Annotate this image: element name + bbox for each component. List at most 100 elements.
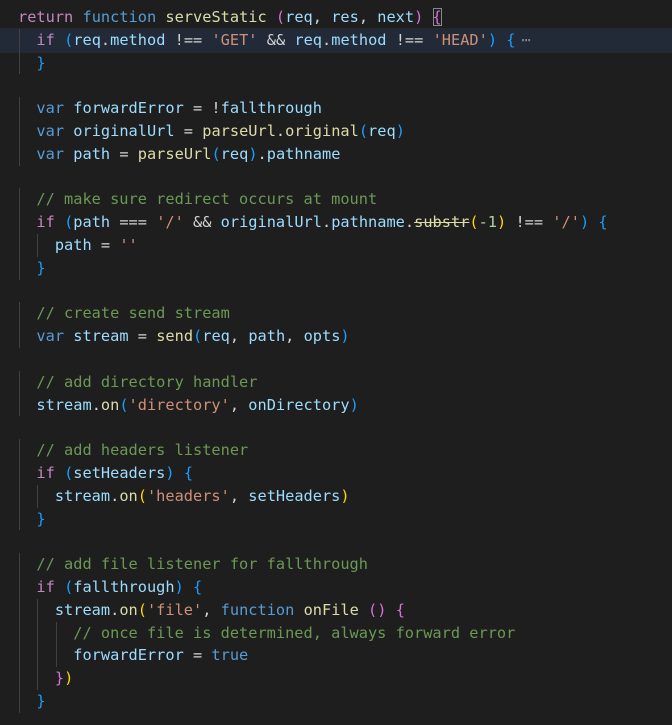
code-token: original: [285, 121, 359, 140]
indentation: [18, 190, 36, 208]
code-token: stream: [36, 395, 92, 414]
code-token: path: [73, 144, 111, 163]
code-line[interactable]: [0, 280, 672, 303]
code-line[interactable]: }: [0, 51, 672, 75]
code-line[interactable]: }): [0, 667, 672, 690]
code-token: ): [340, 486, 350, 505]
code-token: =: [128, 327, 157, 346]
code-line[interactable]: [0, 348, 672, 371]
code-line[interactable]: stream.on('headers', setHeaders): [0, 484, 672, 508]
indent-guide: [19, 667, 20, 690]
code-line[interactable]: [0, 416, 672, 439]
indent-guide: [37, 621, 39, 645]
indent-guide: [19, 598, 20, 622]
code-token: opts: [303, 327, 341, 346]
indentation: [18, 646, 73, 664]
code-token: .: [275, 121, 286, 140]
code-token: return: [18, 8, 74, 26]
code-line[interactable]: var path = parseUrl(req).pathname: [0, 142, 672, 166]
code-token: .: [404, 213, 415, 232]
indentation: [18, 578, 36, 596]
indent-guide: [19, 28, 20, 52]
code-line[interactable]: // add headers listener: [0, 439, 672, 462]
code-token: onDirectory: [248, 395, 350, 414]
indent-guide: [37, 644, 39, 668]
indent-guide: [37, 233, 39, 257]
code-token: (: [137, 600, 147, 619]
code-line[interactable]: if (fallthrough) {: [0, 575, 672, 599]
code-token: ): [414, 8, 424, 26]
code-line[interactable]: if (setHeaders) {: [0, 461, 672, 485]
code-line[interactable]: // add file listener for fallthrough: [0, 553, 672, 576]
code-token: (: [211, 144, 221, 163]
indent-guide: [37, 667, 39, 690]
indentation: [18, 396, 36, 414]
code-line[interactable]: // make sure redirect occurs at mount: [0, 188, 672, 212]
code-line[interactable]: [0, 530, 672, 553]
code-line[interactable]: var originalUrl = parseUrl.original(req): [0, 119, 672, 143]
code-token: =: [183, 646, 212, 665]
code-line[interactable]: }: [0, 256, 672, 280]
code-token: on: [119, 486, 138, 505]
code-token: {: [598, 213, 608, 232]
code-token: parseUrl: [137, 144, 212, 163]
indentation: [18, 304, 36, 322]
code-line[interactable]: }: [0, 507, 672, 531]
code-line[interactable]: stream.on('directory', onDirectory): [0, 393, 672, 417]
code-line[interactable]: [0, 166, 672, 189]
folded-region-ellipsis-icon[interactable]: ⋯: [521, 31, 530, 49]
code-token: .: [322, 30, 332, 49]
code-line[interactable]: if (path === '/' && originalUrl.pathname…: [0, 211, 672, 234]
code-line[interactable]: var stream = send(req, path, opts): [0, 325, 672, 348]
indent-guide: [19, 553, 20, 576]
indent-guide: [55, 621, 57, 645]
code-token: parseUrl: [202, 121, 276, 140]
code-token: ,: [202, 600, 221, 619]
code-token: req: [368, 121, 396, 140]
code-line[interactable]: var forwardError = !fallthrough: [0, 97, 672, 120]
code-line[interactable]: stream.on('file', function onFile () {: [0, 598, 672, 622]
code-token: =: [110, 144, 138, 163]
code-editor[interactable]: return function serveStatic (req, res, n…: [0, 0, 672, 725]
code-line[interactable]: // create send stream: [0, 302, 672, 326]
indent-guide: [19, 393, 20, 417]
indent-guide: [19, 507, 20, 531]
code-token: ,: [312, 8, 332, 26]
code-token: ,: [229, 327, 249, 346]
indent-guide: [19, 439, 20, 462]
indent-guide: [37, 484, 39, 508]
indentation: [18, 510, 36, 528]
code-token: }: [54, 669, 65, 688]
code-line[interactable]: }: [0, 689, 672, 713]
code-line[interactable]: // add directory handler: [0, 370, 672, 394]
indentation: [18, 145, 36, 163]
indent-guide: [19, 97, 20, 120]
code-token: on: [100, 395, 120, 414]
code-token: .: [110, 600, 120, 619]
code-line[interactable]: // once file is determined, always forwa…: [0, 621, 672, 645]
code-token: // once file is determined, always forwa…: [73, 623, 516, 642]
indent-guide: [19, 575, 20, 599]
code-line[interactable]: if (req.method !== 'GET' && req.method !…: [0, 27, 672, 53]
code-token: req: [73, 30, 101, 49]
indentation: [18, 259, 36, 277]
code-token: = !: [183, 99, 221, 118]
indent-guide: [19, 188, 20, 212]
code-token: (: [119, 395, 129, 414]
indent-guide: [19, 621, 20, 645]
code-token: =: [174, 121, 203, 140]
code-line[interactable]: path = '': [0, 233, 672, 257]
code-line[interactable]: return function serveStatic (req, res, n…: [0, 6, 672, 29]
code-line[interactable]: [0, 74, 672, 97]
code-line[interactable]: forwardError = true: [0, 644, 672, 668]
code-token: var: [36, 99, 65, 118]
code-token: .: [110, 486, 120, 505]
